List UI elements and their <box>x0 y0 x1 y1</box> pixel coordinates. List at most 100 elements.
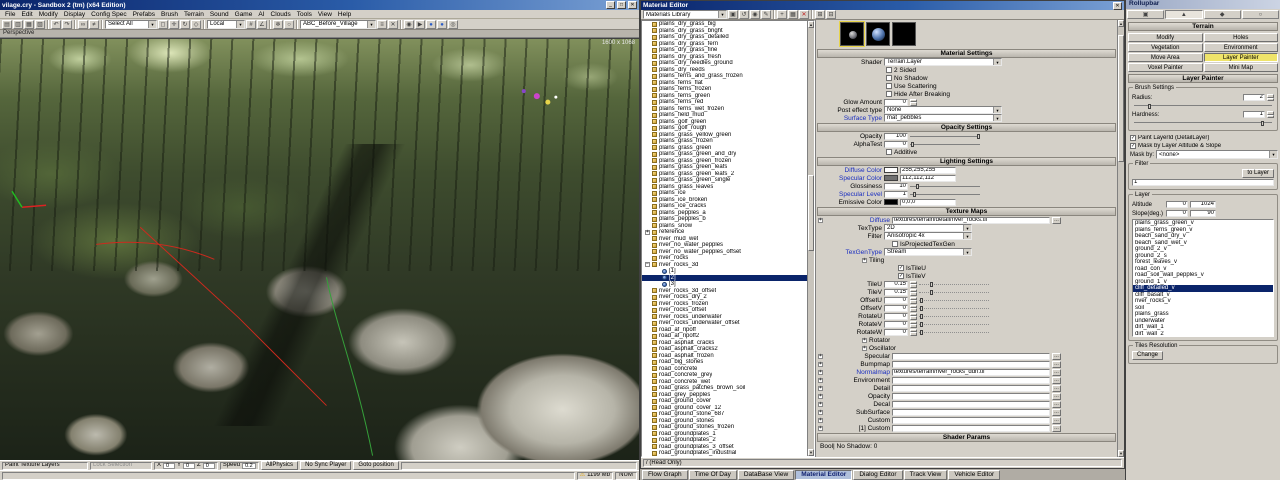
expand-icon[interactable]: + <box>818 378 823 383</box>
viewport-3d[interactable]: 1600 x 1068 <box>0 38 639 460</box>
menu-item-display[interactable]: Display <box>61 11 88 18</box>
terrain-nav-move-area[interactable]: Move Area <box>1128 53 1203 62</box>
get-from-selection-icon[interactable]: ◉ <box>750 10 760 19</box>
hardness-slider[interactable] <box>1134 120 1272 126</box>
view-tab-flow-graph[interactable]: Flow Graph <box>642 470 688 480</box>
coord-y-field[interactable]: 0 <box>183 463 195 469</box>
color-swatch[interactable] <box>884 167 898 173</box>
spin-down-icon[interactable] <box>910 324 917 328</box>
value-field[interactable]: 10 <box>884 183 908 190</box>
game-mode-icon[interactable]: ▶ <box>415 20 425 29</box>
new-file-icon[interactable]: ▤ <box>2 20 12 29</box>
paste-material-icon[interactable]: ⊟ <box>826 10 836 19</box>
ai-icon[interactable]: ● <box>437 20 447 29</box>
scale-icon[interactable]: ◇ <box>191 20 201 29</box>
scrollbar-track[interactable] <box>808 28 814 449</box>
slider-thumb[interactable] <box>920 298 923 303</box>
value-field[interactable]: 0 <box>884 321 908 328</box>
material-tree[interactable]: plains_dry_grass_bigplains_dry_grass_bri… <box>642 21 807 456</box>
spin-down-icon[interactable] <box>910 308 917 312</box>
texture-path-field[interactable] <box>892 361 1050 368</box>
slider-thumb[interactable] <box>911 142 914 147</box>
tree-item[interactable]: road_groundplates_industrial <box>642 450 807 456</box>
sandbox-titlebar[interactable]: vilage.cry - Sandbox 2 (tm) (x64 Edition… <box>0 0 639 10</box>
expand-icon[interactable]: + <box>818 418 823 423</box>
terrain-nav-voxel-painter[interactable]: Voxel Painter <box>1128 63 1203 72</box>
checkbox[interactable]: ✓ <box>1130 135 1136 141</box>
filter-value-field[interactable]: 1 <box>1132 179 1274 186</box>
rollup-tab-terrain[interactable]: ▲ <box>1165 10 1202 19</box>
spin-down-icon[interactable] <box>1267 115 1274 119</box>
expand-icon[interactable]: + <box>818 218 823 223</box>
texture-path-field[interactable] <box>892 401 1050 408</box>
status-button-no-sync-player[interactable]: No Sync Player <box>300 461 351 470</box>
terrain-nav-vegetation[interactable]: Vegetation <box>1128 43 1203 52</box>
radius-slider[interactable] <box>1134 103 1272 109</box>
value-field[interactable]: 100 <box>884 133 908 140</box>
view-tab-dialog-editor[interactable]: Dialog Editor <box>853 470 902 480</box>
save-icon[interactable]: ▦ <box>24 20 34 29</box>
value-field[interactable]: 1 <box>884 191 908 198</box>
physics-icon[interactable]: ◉ <box>404 20 414 29</box>
radius-spinner[interactable] <box>1267 94 1274 101</box>
texture-path-field[interactable] <box>892 393 1050 400</box>
undo-icon[interactable]: ↶ <box>51 20 61 29</box>
checkbox[interactable] <box>886 83 892 89</box>
texture-path-field[interactable] <box>892 417 1050 424</box>
value-field[interactable]: 0 <box>884 329 908 336</box>
close-icon[interactable]: ✕ <box>1113 2 1122 10</box>
value-field[interactable]: 0.15 <box>884 289 908 296</box>
status-button-goto-position[interactable]: Goto position <box>353 461 398 470</box>
link-icon[interactable]: ∞ <box>78 20 88 29</box>
slider[interactable] <box>919 281 989 288</box>
slider[interactable] <box>910 191 980 198</box>
menu-item-tools[interactable]: Tools <box>294 11 315 18</box>
coord-z-field[interactable]: 0 <box>203 463 215 469</box>
expand-icon[interactable]: + <box>818 426 823 431</box>
layer-list[interactable]: plains_grass_green_vplains_ferns_green_v… <box>1132 219 1274 337</box>
browse-button[interactable]: … <box>1052 393 1061 400</box>
assign-material-icon[interactable]: ▣ <box>728 10 738 19</box>
snap-angle-icon[interactable]: ∠ <box>257 20 267 29</box>
texture-path-field[interactable]: textures/terrain/detail/river_rocks.tif <box>892 217 1050 224</box>
filter-to-layer-button[interactable]: to Layer <box>1242 169 1274 178</box>
spinner[interactable] <box>910 297 917 304</box>
checkbox[interactable]: ✓ <box>898 265 904 271</box>
layer-item[interactable]: dirt_wall_2 <box>1133 331 1273 338</box>
hardness-field[interactable]: 1 <box>1243 111 1265 118</box>
delete-layer-icon[interactable]: ✕ <box>388 20 398 29</box>
spin-down-icon[interactable] <box>910 284 917 288</box>
slider-thumb[interactable] <box>920 306 923 311</box>
value-field[interactable]: 0.15 <box>884 281 908 288</box>
rollup-tab-display[interactable]: ○ <box>1242 10 1279 19</box>
browse-button[interactable]: … <box>1052 377 1061 384</box>
menu-item-file[interactable]: File <box>2 11 18 18</box>
unlink-icon[interactable]: ≠ <box>89 20 99 29</box>
menu-item-brush[interactable]: Brush <box>158 11 181 18</box>
scrollbar-track[interactable] <box>1118 27 1124 450</box>
browse-button[interactable]: … <box>1052 385 1061 392</box>
spinner[interactable] <box>910 329 917 336</box>
rollup-tab-objects[interactable]: ▣ <box>1127 10 1164 19</box>
spinner[interactable] <box>910 305 917 312</box>
texture-path-field[interactable] <box>892 425 1050 432</box>
slider-thumb[interactable] <box>930 282 933 287</box>
slider[interactable] <box>919 289 989 296</box>
terrain-nav-layer-painter[interactable]: Layer Painter <box>1204 53 1279 62</box>
hide-icon[interactable]: ○ <box>284 20 294 29</box>
texture-path-field[interactable]: textures/terrain/river_rocks_ddn.tif <box>892 369 1050 376</box>
select-icon[interactable]: ◻ <box>158 20 168 29</box>
browse-button[interactable]: … <box>1052 417 1061 424</box>
slider[interactable] <box>919 297 989 304</box>
browse-button[interactable]: … <box>1052 217 1061 224</box>
expand-icon[interactable]: + <box>818 402 823 407</box>
export-level-icon[interactable]: ▧ <box>35 20 45 29</box>
terrain-nav-holes[interactable]: Holes <box>1204 33 1279 42</box>
slider-thumb[interactable] <box>920 330 923 335</box>
minimize-button[interactable]: _ <box>606 1 615 9</box>
slider-thumb[interactable] <box>913 192 916 197</box>
slider[interactable] <box>910 133 980 140</box>
browse-button[interactable]: … <box>1052 401 1061 408</box>
browse-button[interactable]: … <box>1052 361 1061 368</box>
expand-icon[interactable]: + <box>818 394 823 399</box>
